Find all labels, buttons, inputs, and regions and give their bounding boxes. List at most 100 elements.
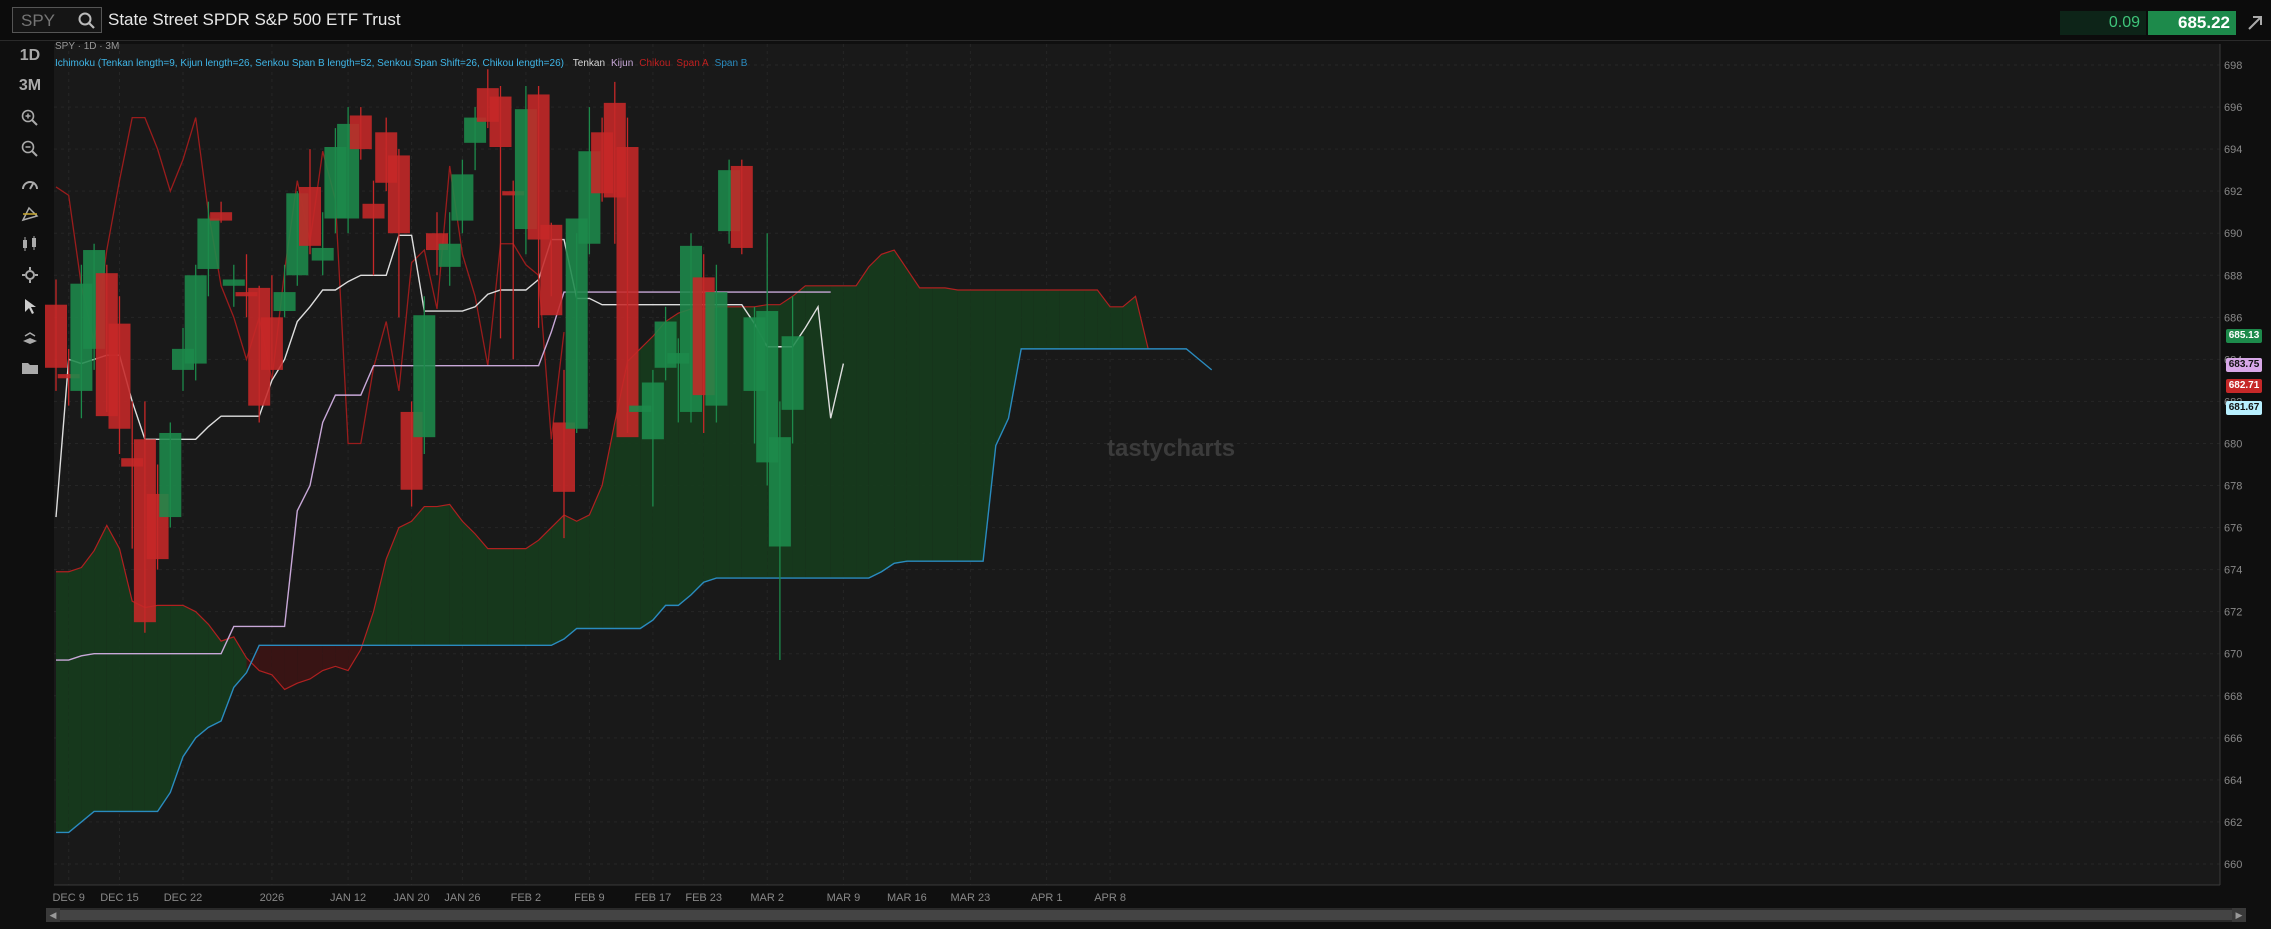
scroll-thumb[interactable] <box>60 910 2232 920</box>
price-tick-label: 696 <box>2224 102 2242 114</box>
cloud-segment <box>932 287 945 562</box>
candle-body <box>311 247 334 261</box>
cloud-segment <box>1072 289 1085 349</box>
cloud-segment <box>475 533 488 646</box>
price-tag: 681.67 <box>2226 401 2262 416</box>
time-scrollbar[interactable]: ◀ ▶ <box>46 908 2246 922</box>
cloud-segment <box>183 605 196 757</box>
cloud-segment <box>1021 289 1034 349</box>
date-tick-label: MAR 16 <box>887 892 927 904</box>
cloud-segment <box>970 289 984 562</box>
price-tag: 683.75 <box>2226 357 2262 372</box>
cloud-segment <box>1046 289 1060 349</box>
legend-item-span-b: Span B <box>714 58 748 69</box>
cloud-segment <box>564 514 577 640</box>
candle-body <box>159 432 182 518</box>
scroll-right-arrow[interactable]: ▶ <box>2232 908 2246 922</box>
price-tag: 685.13 <box>2226 328 2262 343</box>
candle-body <box>540 224 563 316</box>
cloud-segment <box>1033 289 1047 349</box>
candle-body <box>616 147 639 438</box>
candle-body <box>362 203 385 219</box>
price-tick-label: 670 <box>2224 649 2242 661</box>
cloud-segment <box>208 624 222 728</box>
cloud-segment <box>919 287 933 562</box>
cloud-segment <box>500 548 514 646</box>
candle-body <box>273 292 296 312</box>
cloud-segment <box>729 306 742 579</box>
price-tick-label: 694 <box>2224 144 2242 156</box>
candle-body <box>222 279 245 286</box>
date-tick-label: FEB 2 <box>511 892 542 904</box>
price-tick-label: 676 <box>2224 523 2242 535</box>
candle-body <box>768 437 791 547</box>
cloud-segment <box>881 250 895 572</box>
scroll-left-arrow[interactable]: ◀ <box>46 908 60 922</box>
study-parameters: Ichimoku (Tenkan length=9, Kijun length=… <box>55 58 564 69</box>
cloud-segment <box>94 525 107 812</box>
price-tick-label: 686 <box>2224 312 2242 324</box>
price-tick-label: 668 <box>2224 691 2242 703</box>
date-tick-label: FEB 9 <box>574 892 605 904</box>
legend-item-tenkan: Tenkan <box>572 58 606 69</box>
cloud-segment <box>906 268 920 562</box>
price-tick-label: 664 <box>2224 775 2242 787</box>
cloud-segment <box>157 605 171 812</box>
price-tick-label: 672 <box>2224 607 2242 619</box>
price-tag: 682.71 <box>2226 379 2262 394</box>
candle-body <box>565 218 588 429</box>
candle-body <box>641 382 664 440</box>
date-tick-label: APR 8 <box>1094 892 1126 904</box>
price-tick-label: 674 <box>2224 565 2242 577</box>
cloud-segment <box>843 285 857 579</box>
cloud-segment <box>513 548 526 646</box>
candle-body <box>781 336 804 410</box>
price-tick-label: 688 <box>2224 270 2242 282</box>
cloud-segment <box>398 521 412 646</box>
date-tick-label: JAN 12 <box>330 892 366 904</box>
date-tick-label: DEC 22 <box>164 892 203 904</box>
cloud-segment <box>462 521 476 646</box>
cloud-segment <box>830 285 844 579</box>
candle-body <box>413 315 436 438</box>
cloud-segment <box>487 548 501 646</box>
candle-body <box>730 165 753 248</box>
watermark: tastycharts <box>1107 435 1236 462</box>
date-tick-label: MAR 9 <box>827 892 861 904</box>
cloud-segment <box>551 514 564 646</box>
legend-item-span-a: Span A <box>676 58 709 69</box>
date-tick-label: MAR 2 <box>750 892 784 904</box>
price-tick-label: 678 <box>2224 481 2242 493</box>
legend-item-kijun: Kijun <box>611 58 634 69</box>
cloud-segment <box>106 525 120 812</box>
candle-body <box>184 275 207 364</box>
cloud-segment <box>525 540 539 646</box>
date-tick-label: MAR 23 <box>951 892 991 904</box>
cloud-segment <box>945 287 958 562</box>
candle-body <box>260 317 283 370</box>
cloud-segment <box>868 254 882 579</box>
candle-body <box>299 186 321 246</box>
cloud-segment <box>538 527 552 646</box>
candle-body <box>108 323 131 429</box>
candle-body <box>197 218 220 269</box>
price-tick-label: 690 <box>2224 228 2242 240</box>
candle-body <box>387 155 410 234</box>
date-tick-label: FEB 23 <box>685 892 722 904</box>
date-tick-label: 2026 <box>260 892 284 904</box>
cloud-segment <box>1084 289 1098 349</box>
cloud-segment <box>957 289 971 562</box>
cloud-segment <box>1110 306 1123 349</box>
price-chart[interactable]: 6606626646666686706726746766786806826846… <box>0 0 2271 929</box>
cloud-segment <box>259 645 272 675</box>
price-tick-label: 698 <box>2224 60 2242 72</box>
candle-body <box>45 304 67 368</box>
candle-body <box>451 174 474 221</box>
candle-body <box>489 96 512 148</box>
candle-body <box>349 115 372 150</box>
date-tick-label: JAN 20 <box>394 892 430 904</box>
legend-item-chikou: Chikou <box>639 58 671 69</box>
cloud-segment <box>144 605 158 812</box>
price-tick-label: 662 <box>2224 817 2242 829</box>
cloud-segment <box>195 611 209 738</box>
